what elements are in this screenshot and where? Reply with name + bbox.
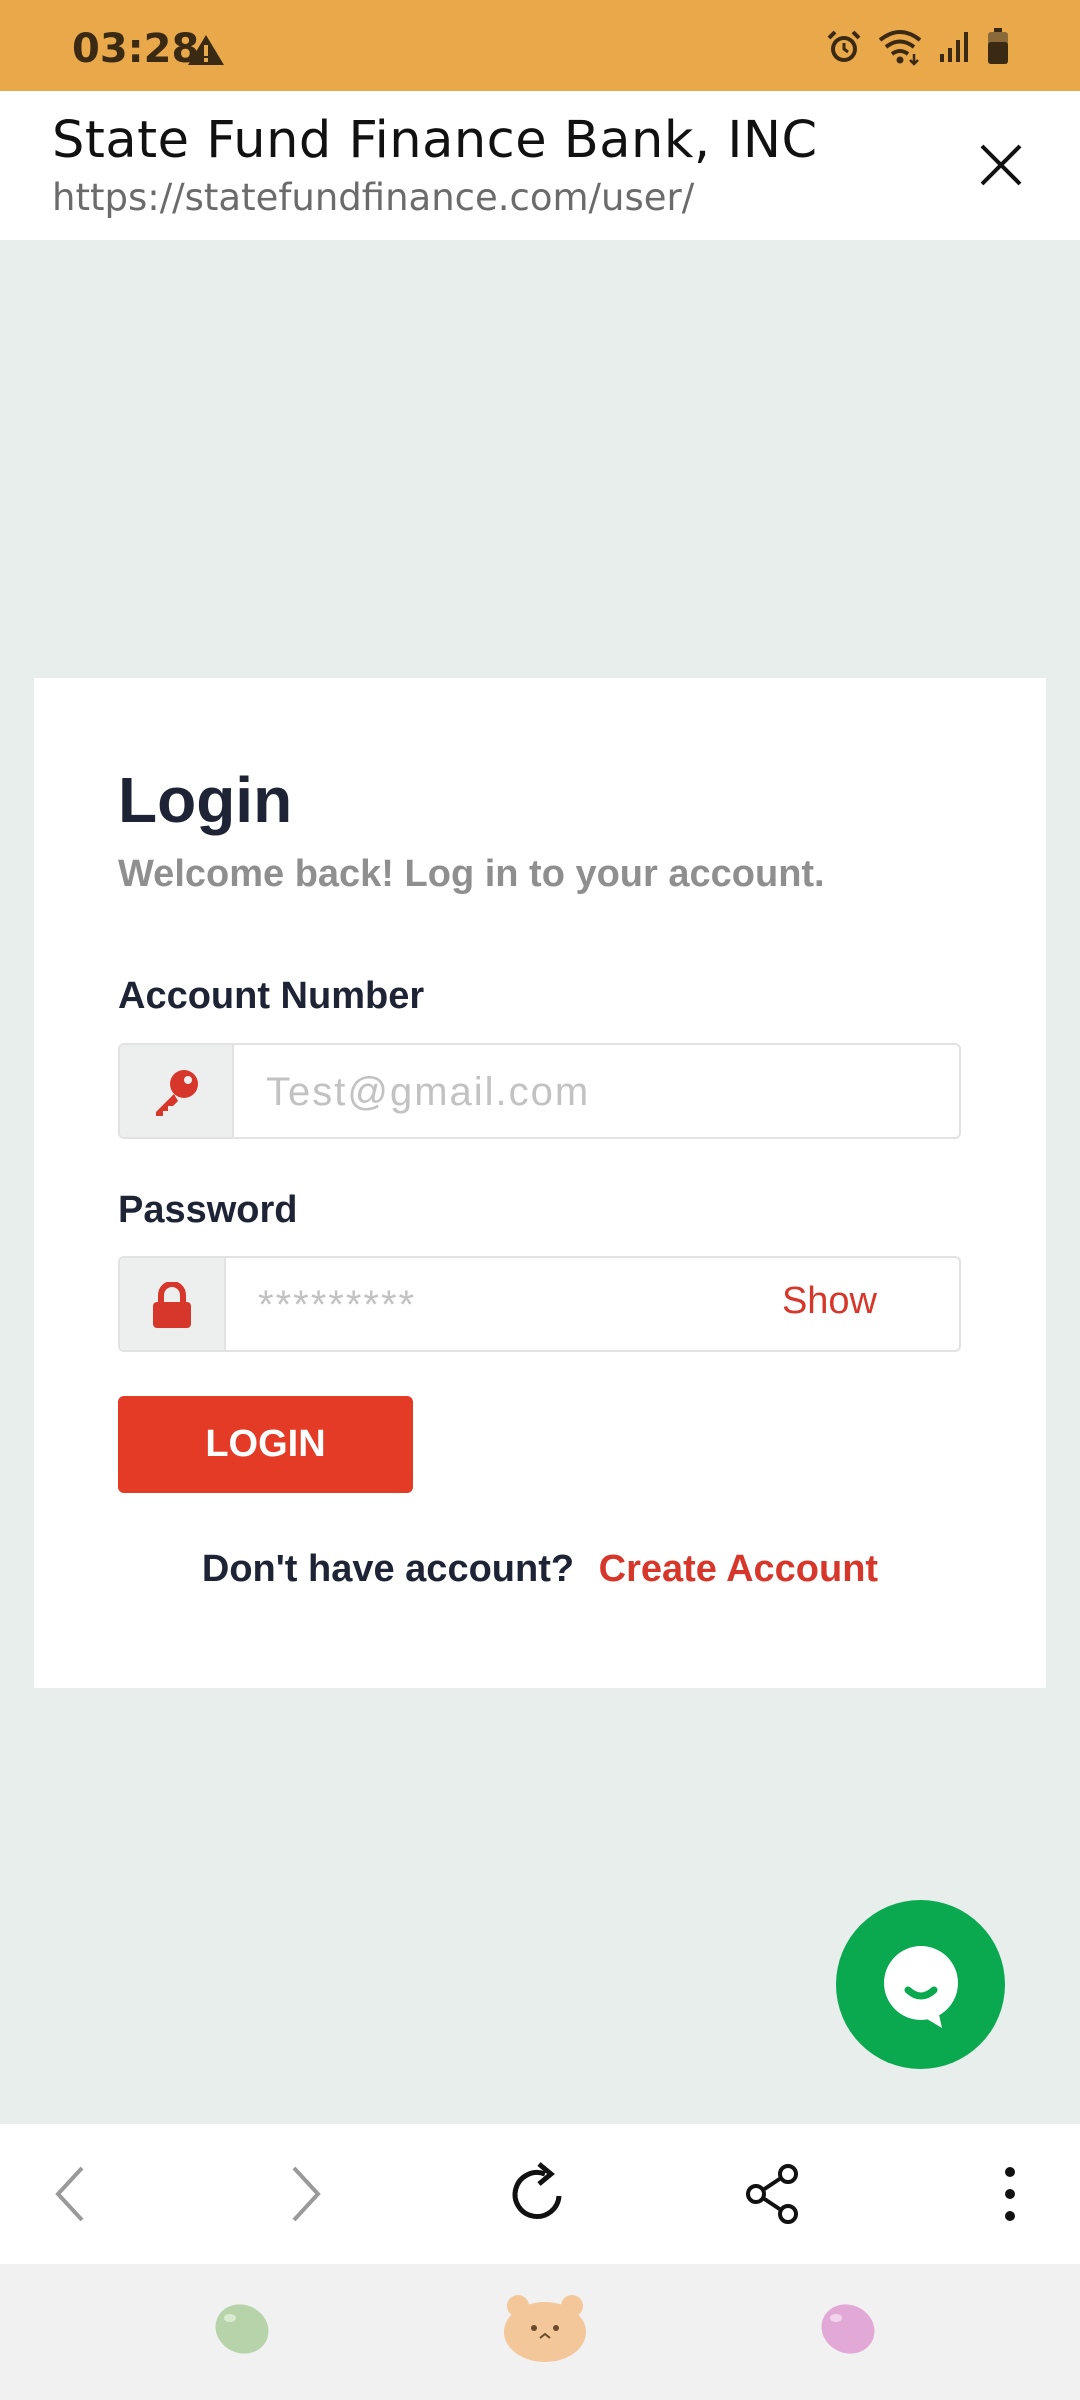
wifi-icon: [876, 28, 924, 70]
create-account-link[interactable]: Create Account: [599, 1548, 878, 1590]
account-addon: [120, 1045, 234, 1137]
key-icon: [150, 1067, 202, 1121]
login-subtitle: Welcome back! Log in to your account.: [118, 853, 825, 895]
password-input[interactable]: [256, 1258, 740, 1350]
password-field: Show: [118, 1256, 961, 1352]
chat-button[interactable]: [836, 1900, 1005, 2069]
gesture-bar: [0, 2264, 1080, 2400]
account-number-field: [118, 1043, 961, 1139]
login-button[interactable]: LOGIN: [118, 1396, 413, 1493]
chat-icon: [878, 1942, 964, 2032]
close-icon[interactable]: [976, 140, 1026, 190]
page-title: State Fund Finance Bank, INC: [52, 111, 818, 170]
password-addon: [120, 1258, 226, 1350]
reload-icon[interactable]: [505, 2160, 573, 2228]
show-password-toggle[interactable]: Show: [782, 1280, 877, 1323]
warning-icon: [186, 33, 226, 71]
password-label: Password: [118, 1189, 298, 1231]
lock-icon: [151, 1281, 193, 1332]
alarm-icon: [826, 29, 862, 69]
login-title: Login: [118, 764, 293, 836]
browser-nav-bar: [0, 2124, 1080, 2264]
share-icon[interactable]: [740, 2160, 808, 2228]
browser-header: State Fund Finance Bank, INC https://sta…: [0, 91, 1080, 240]
status-icons: [826, 28, 1010, 70]
signup-row: Don't have account? Create Account: [0, 1548, 1080, 1591]
status-time: 03:28: [72, 26, 200, 72]
back-icon[interactable]: [38, 2160, 106, 2228]
battery-icon: [986, 28, 1010, 70]
status-bar: 03:28: [0, 0, 1080, 91]
signup-prompt: Don't have account?: [201, 1548, 575, 1590]
bear-face-decoration: [502, 2292, 588, 2368]
forward-icon[interactable]: [270, 2160, 338, 2228]
page-url[interactable]: https://statefundfinance.com/user/: [52, 176, 694, 219]
signal-icon: [938, 30, 972, 68]
account-number-label: Account Number: [118, 975, 425, 1017]
more-icon[interactable]: [976, 2160, 1044, 2228]
green-bean-decoration: [212, 2300, 272, 2362]
pink-bean-decoration: [818, 2300, 878, 2362]
account-number-input[interactable]: [264, 1045, 948, 1137]
